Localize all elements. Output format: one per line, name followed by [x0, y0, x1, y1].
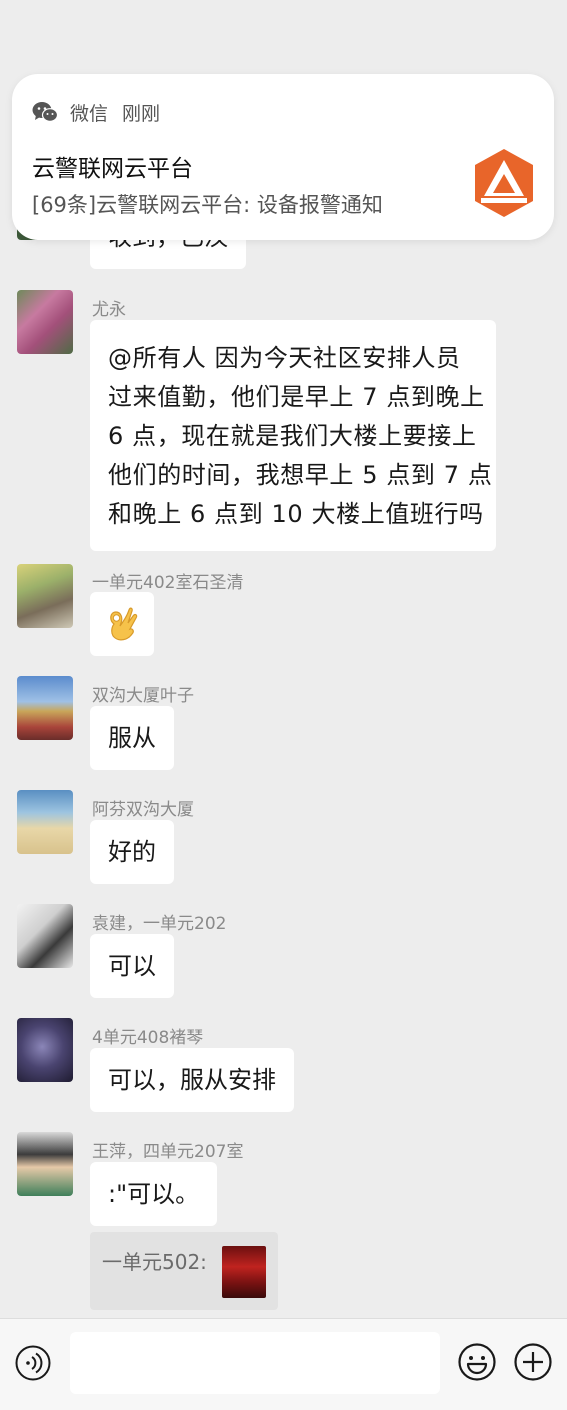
notification-time: 刚刚: [122, 102, 161, 125]
quote-image-thumbnail[interactable]: [222, 1246, 266, 1298]
sender-name: 袁建，一单元202: [92, 914, 227, 934]
sender-name: 一单元402室石圣清: [92, 573, 244, 593]
avatar[interactable]: [17, 290, 73, 354]
notification-body: [69条]云警联网云平台: 设备报警通知: [32, 193, 383, 217]
input-bar: [0, 1318, 567, 1410]
voice-icon[interactable]: [15, 1345, 51, 1381]
quoted-message[interactable]: 一单元502:: [90, 1232, 278, 1310]
avatar[interactable]: [17, 564, 73, 628]
wechat-icon: [32, 102, 58, 122]
avatar[interactable]: [17, 904, 73, 968]
sender-name: 双沟大厦叶子: [92, 686, 194, 706]
message-bubble[interactable]: 可以: [90, 934, 174, 998]
sender-name: 4单元408褚琴: [92, 1028, 204, 1048]
avatar[interactable]: [17, 1018, 73, 1082]
sender-name: 阿芬双沟大厦: [92, 800, 194, 820]
ok-hand-emoji: [110, 607, 138, 641]
chat-area: 收到，已汉 微信 刚刚 云警联网云平台 [69条]云警联网云平台: 设备报警通知: [0, 0, 567, 1318]
message-bubble[interactable]: :"可以。: [90, 1162, 218, 1226]
notification-title: 云警联网云平台: [32, 156, 193, 182]
notification-banner[interactable]: 微信 刚刚 云警联网云平台 [69条]云警联网云平台: 设备报警通知: [12, 74, 554, 240]
emoji-face-icon[interactable]: [457, 1342, 497, 1382]
message-input[interactable]: [70, 1332, 440, 1394]
avatar[interactable]: [17, 790, 73, 854]
message-bubble[interactable]: @所有人 因为今天社区安排人员 过来值勤，他们是早上 7 点到晚上 6 点，现在…: [90, 320, 496, 551]
message-bubble[interactable]: [90, 592, 154, 656]
notification-app-name: 微信: [70, 102, 109, 125]
avatar[interactable]: [17, 676, 73, 740]
message-bubble[interactable]: 好的: [90, 820, 174, 884]
quote-label: 一单元502:: [102, 1250, 207, 1274]
message-bubble[interactable]: 可以，服从安排: [90, 1048, 294, 1112]
sender-name: 王萍，四单元207室: [92, 1142, 244, 1162]
notification-header: 微信 刚刚: [32, 98, 160, 126]
message-bubble[interactable]: 服从: [90, 706, 174, 770]
avatar[interactable]: [17, 1132, 73, 1196]
sender-name: 尤永: [92, 300, 126, 320]
plus-icon[interactable]: [513, 1342, 553, 1382]
app-logo-icon: [475, 149, 533, 217]
